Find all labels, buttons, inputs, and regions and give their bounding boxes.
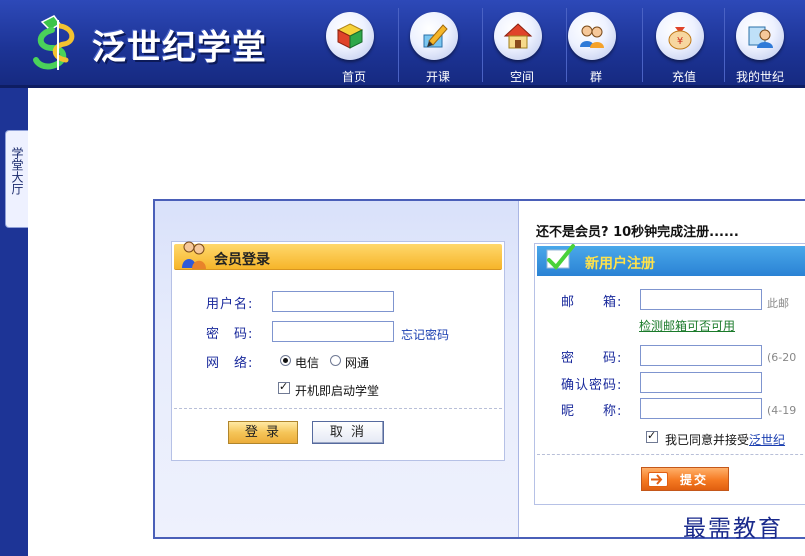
reg-password-label: 密 码:: [561, 351, 623, 366]
cube-icon: [326, 12, 374, 60]
register-panel: 还不是会员? 10秒钟完成注册...... 新用户注册 邮 箱: 此邮 检测邮箱…: [520, 201, 805, 537]
checkmark-note-icon: [546, 244, 575, 270]
tab-hall-label: 学堂大厅: [10, 147, 24, 195]
main-frame: 会员登录 用户名: 密 码: 忘记密码 网 络: 电信 网通 开机即启动学堂 登…: [153, 199, 805, 539]
email-hint: 此邮: [767, 297, 789, 310]
agree-text: 我已同意并接受泛世纪: [665, 431, 785, 448]
login-title: 会员登录: [214, 252, 270, 268]
network-netcom-radio[interactable]: [330, 355, 341, 366]
password-hint: (6-20: [767, 351, 797, 364]
network-label: 网 络:: [206, 356, 254, 371]
register-header: 新用户注册: [537, 244, 805, 276]
watermark: 最需教育: [683, 516, 783, 542]
confirm-password-input[interactable]: [640, 372, 762, 393]
nickname-label: 昵 称:: [561, 404, 623, 419]
reg-password-input[interactable]: [640, 345, 762, 366]
app-title: 泛世纪学堂: [92, 28, 267, 68]
register-box: 新用户注册 邮 箱: 此邮 检测邮箱可否可用 密 码: (6-20 确认密码: …: [534, 243, 805, 505]
nav-space-label: 空间: [509, 70, 534, 84]
confirm-password-label: 确认密码:: [561, 378, 623, 393]
forgot-password-link[interactable]: 忘记密码: [401, 326, 449, 343]
nav-home[interactable]: 首页: [318, 8, 390, 86]
login-box: 会员登录 用户名: 密 码: 忘记密码 网 络: 电信 网通 开机即启动学堂 登…: [171, 241, 505, 461]
register-title: 新用户注册: [585, 256, 655, 272]
nav-recharge-label: 充值: [671, 70, 696, 84]
username-label: 用户名:: [206, 297, 254, 312]
svg-text:¥: ¥: [677, 36, 683, 47]
user-icon: [736, 12, 784, 60]
nickname-hint: (4-19: [767, 404, 797, 417]
register-prompt: 还不是会员? 10秒钟完成注册......: [536, 225, 739, 240]
login-button[interactable]: 登 录: [228, 421, 298, 444]
nav-my-century-label: 我的世纪: [736, 70, 785, 84]
submit-label: 提交: [680, 473, 709, 487]
email-input[interactable]: [640, 289, 762, 310]
check-email-link[interactable]: 检测邮箱可否可用: [639, 317, 735, 334]
submit-arrow-icon: [648, 472, 668, 487]
nav-recharge[interactable]: ¥ 充值: [648, 8, 720, 86]
nav-home-label: 首页: [341, 70, 366, 84]
username-input[interactable]: [272, 291, 394, 312]
money-bag-icon: ¥: [656, 12, 704, 60]
nav-space[interactable]: 空间: [486, 8, 558, 86]
tab-hall[interactable]: 学堂大厅: [5, 130, 28, 228]
pencil-icon: [410, 12, 458, 60]
logo-icon: [33, 15, 75, 70]
group-icon: [568, 12, 616, 60]
agree-checkbox[interactable]: [646, 429, 658, 443]
network-telecom-radio[interactable]: [280, 355, 291, 366]
email-label: 邮 箱:: [561, 295, 623, 310]
divider: [537, 454, 805, 455]
nav-group[interactable]: 群: [560, 8, 632, 86]
divider: [174, 408, 502, 409]
nav-divider: [398, 8, 399, 82]
nav-divider: [642, 8, 643, 82]
house-icon: [494, 12, 542, 60]
nav-open-class-label: 开课: [425, 70, 450, 84]
nav-my-century[interactable]: 我的世纪: [728, 8, 805, 86]
nav-group-label: 群: [589, 70, 602, 84]
autostart-checkbox[interactable]: [278, 380, 290, 394]
autostart-label: 开机即启动学堂: [295, 384, 380, 398]
top-header: 泛世纪学堂 首页 开课 空间 群 ¥ 充值 我的世纪: [0, 0, 805, 88]
agreement-link[interactable]: 泛世纪: [749, 433, 785, 447]
password-input[interactable]: [272, 321, 394, 342]
agree-text-label: 我已同意并接受: [665, 433, 750, 447]
members-icon: [182, 241, 206, 269]
network-netcom-label: 网通: [345, 356, 370, 370]
nav-divider: [482, 8, 483, 82]
cancel-button[interactable]: 取 消: [312, 421, 384, 444]
password-label: 密 码:: [206, 327, 254, 342]
nav-open-class[interactable]: 开课: [402, 8, 474, 86]
login-header: 会员登录: [174, 241, 502, 270]
submit-button[interactable]: 提交: [641, 467, 729, 491]
nav-divider: [724, 8, 725, 82]
login-panel: 会员登录 用户名: 密 码: 忘记密码 网 络: 电信 网通 开机即启动学堂 登…: [155, 201, 519, 537]
network-telecom-label: 电信: [295, 356, 320, 370]
nickname-input[interactable]: [640, 398, 762, 419]
